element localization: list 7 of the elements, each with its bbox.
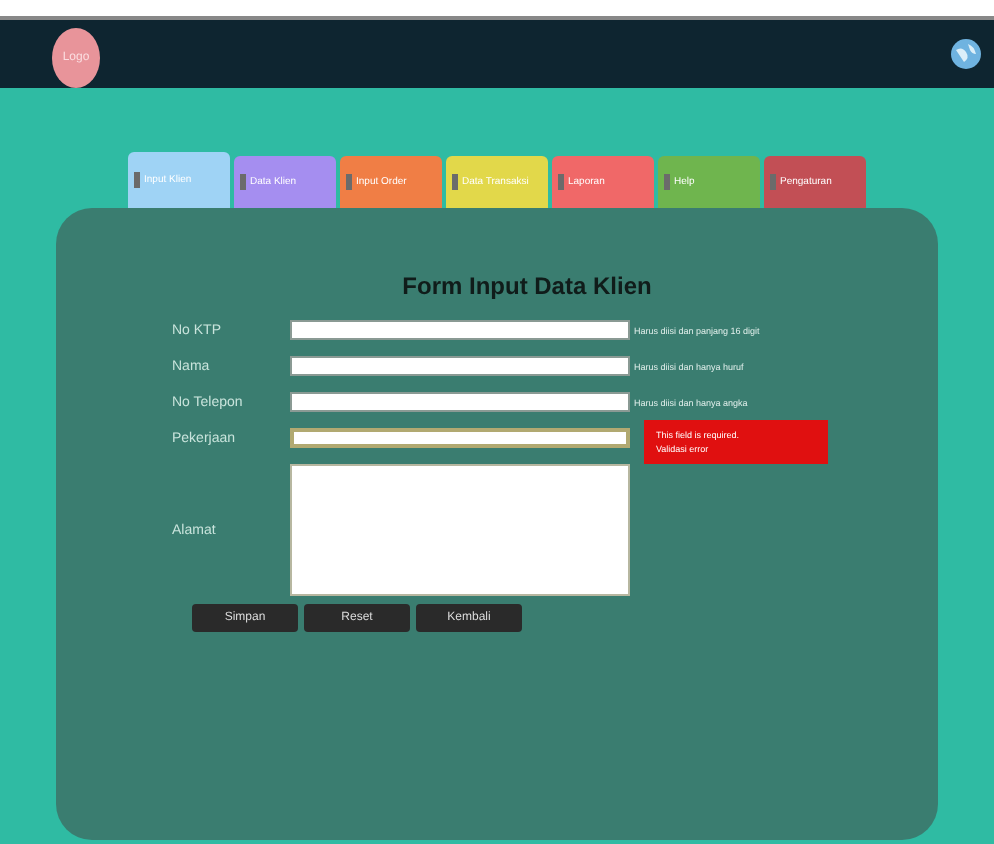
form-title: Form Input Data Klien: [400, 272, 654, 300]
globe-icon[interactable]: [950, 38, 982, 70]
input-field[interactable]: [290, 356, 630, 376]
input-field[interactable]: [290, 392, 630, 412]
address-field[interactable]: [290, 464, 630, 596]
input-field[interactable]: [290, 320, 630, 340]
input-field[interactable]: [290, 428, 630, 448]
